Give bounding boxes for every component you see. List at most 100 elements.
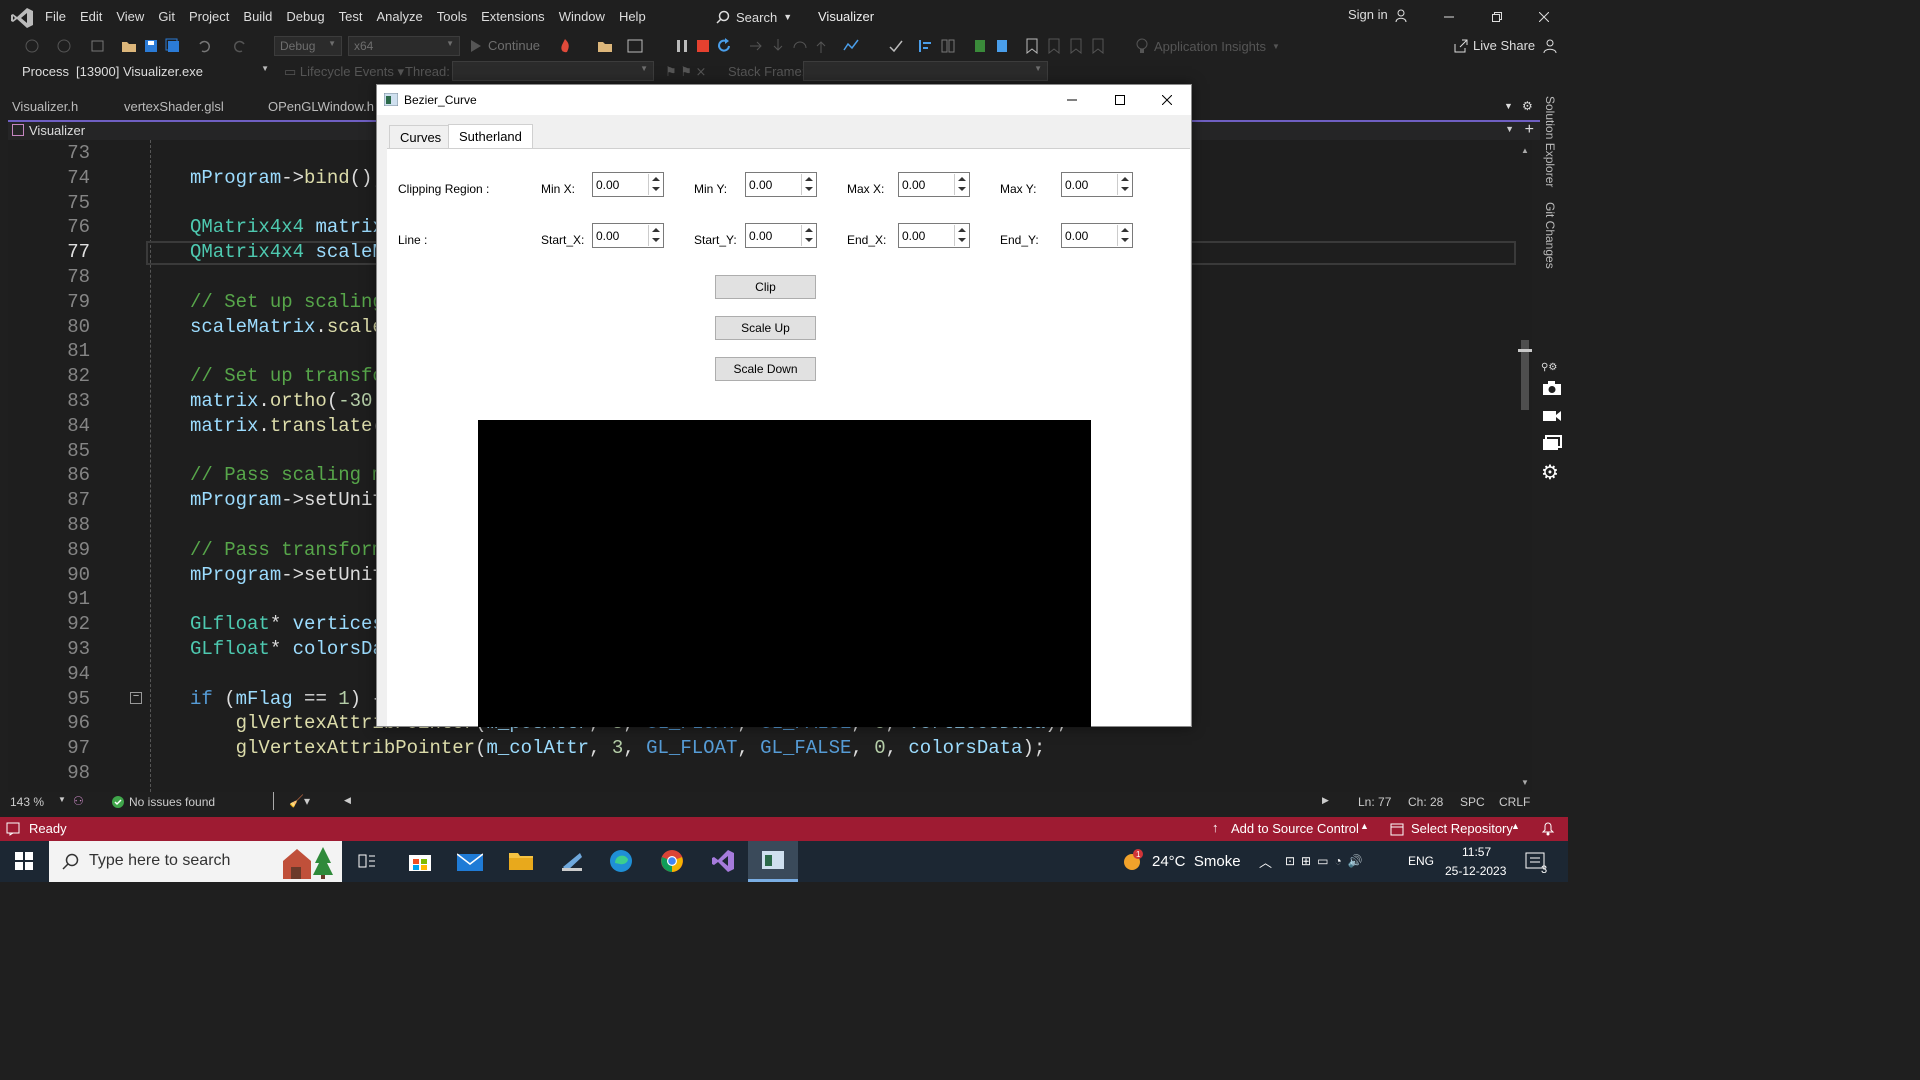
account-icon[interactable] xyxy=(1394,9,1408,23)
code-line[interactable]: // Set up transfo xyxy=(190,365,384,387)
add-to-source-control-button[interactable]: Add to Source Control xyxy=(1231,821,1359,836)
start-x-spinbox[interactable]: 0.00 xyxy=(592,223,664,248)
line-endings[interactable]: CRLF xyxy=(1499,795,1530,809)
chevron-up-icon[interactable]: ︿ xyxy=(1259,852,1272,871)
solution-configuration-select[interactable]: Debug ▼ xyxy=(274,36,342,56)
continue-button[interactable]: Continue xyxy=(470,38,540,53)
tab-openglwindow-h[interactable]: OPenGLWindow.h xyxy=(268,96,374,118)
indent-mode[interactable]: SPC xyxy=(1460,795,1485,809)
qt-app-taskbar-button[interactable] xyxy=(748,841,798,882)
menu-edit[interactable]: Edit xyxy=(73,0,109,34)
thread-flag-icons[interactable]: ⚑ ⚑ ⨯ xyxy=(665,64,706,80)
lifecycle-events-button[interactable]: ▭ Lifecycle Events ▾ xyxy=(284,64,404,80)
feedback-icon[interactable] xyxy=(1543,38,1557,54)
chevron-down-icon[interactable]: ▼ xyxy=(58,795,66,804)
bookmark-icon[interactable] xyxy=(1024,38,1040,54)
code-line[interactable]: QMatrix4x4 matrix xyxy=(190,216,384,238)
code-line[interactable]: glVertexAttribPointer(m_colAttr, 3, GL_F… xyxy=(190,737,1046,759)
start-y-spinbox[interactable]: 0.00 xyxy=(745,223,817,248)
menu-analyze[interactable]: Analyze xyxy=(369,0,429,34)
column-number[interactable]: Ch: 28 xyxy=(1408,795,1443,809)
scroll-left-icon[interactable]: ◀ xyxy=(344,795,351,806)
save-icon[interactable] xyxy=(143,38,159,54)
app-icon[interactable] xyxy=(560,849,584,873)
pin-icon[interactable]: ⚲⚙ xyxy=(1541,362,1557,373)
scroll-up-icon[interactable]: ▲ xyxy=(1521,146,1529,155)
code-line[interactable]: GLfloat* colorsDa xyxy=(190,638,384,660)
spin-arrows[interactable] xyxy=(648,225,662,246)
spin-arrows[interactable] xyxy=(954,225,968,246)
process-select[interactable]: [13900] Visualizer.exe ▼ xyxy=(70,61,275,81)
code-line[interactable]: QMatrix4x4 scaleM xyxy=(190,241,384,263)
spell-check-icon[interactable] xyxy=(888,38,904,54)
redo-icon[interactable] xyxy=(232,38,248,54)
scale-up-button[interactable]: Scale Up xyxy=(715,316,816,340)
tab-curves[interactable]: Curves xyxy=(389,125,453,149)
code-line[interactable]: GLfloat* vertices xyxy=(190,613,384,635)
spin-arrows[interactable] xyxy=(648,174,662,195)
restart-icon[interactable] xyxy=(716,38,732,54)
tab-vertexshader-glsl[interactable]: vertexShader.glsl xyxy=(124,96,224,118)
zoom-level[interactable]: 143 % xyxy=(10,795,44,809)
code-line[interactable]: // Pass transform xyxy=(190,539,384,561)
close-button[interactable] xyxy=(1144,85,1190,115)
forward-icon[interactable] xyxy=(56,38,72,54)
comment-icon[interactable] xyxy=(971,38,987,54)
gear-icon[interactable]: ⚙ xyxy=(1541,460,1559,485)
menu-extensions[interactable]: Extensions xyxy=(474,0,552,34)
edge-browser-icon[interactable] xyxy=(609,849,633,873)
opengl-canvas[interactable] xyxy=(478,420,1091,727)
code-line[interactable]: // Pass scaling m xyxy=(190,464,384,486)
windows-start-icon[interactable] xyxy=(15,852,33,870)
step-into-icon[interactable] xyxy=(770,38,786,54)
menu-debug[interactable]: Debug xyxy=(279,0,331,34)
chrome-browser-icon[interactable] xyxy=(660,849,684,873)
spin-arrows[interactable] xyxy=(801,174,815,195)
end-y-spinbox[interactable]: 0.00 xyxy=(1061,223,1133,248)
git-changes-tab[interactable]: Git Changes xyxy=(1543,202,1557,269)
split-editor-icon[interactable]: + xyxy=(1525,121,1534,139)
menu-view[interactable]: View xyxy=(109,0,151,34)
align-icon[interactable] xyxy=(918,38,934,54)
code-line[interactable]: mProgram->bind(); xyxy=(190,167,384,189)
notification-bell-icon[interactable] xyxy=(1541,821,1555,836)
solution-explorer-tab[interactable]: Solution Explorer xyxy=(1543,96,1557,187)
max-y-spinbox[interactable]: 0.00 xyxy=(1061,172,1133,197)
live-share-button[interactable]: Live Share xyxy=(1454,38,1535,53)
vertical-scrollbar[interactable]: ▲ ▼ xyxy=(1518,140,1532,792)
min-x-spinbox[interactable]: 0.00 xyxy=(592,172,664,197)
columns-icon[interactable] xyxy=(940,38,956,54)
issues-status[interactable]: No issues found xyxy=(129,795,215,809)
scroll-down-icon[interactable]: ▼ xyxy=(1521,778,1529,787)
code-line[interactable]: if (mFlag == 1) { xyxy=(190,688,384,710)
menu-git[interactable]: Git xyxy=(151,0,182,34)
mail-icon[interactable] xyxy=(457,852,483,872)
code-line[interactable]: matrix.translate( xyxy=(190,415,384,437)
select-repository-button[interactable]: Select Repository xyxy=(1411,821,1513,836)
code-line[interactable]: mProgram->setUnif xyxy=(190,564,384,586)
code-line[interactable]: // Set up scaling xyxy=(190,291,384,313)
spin-arrows[interactable] xyxy=(1117,174,1131,195)
spin-arrows[interactable] xyxy=(954,174,968,195)
chevron-down-icon[interactable]: ▼ xyxy=(1505,124,1514,134)
new-item-icon[interactable] xyxy=(90,38,106,54)
browse-folder-icon[interactable] xyxy=(597,38,613,54)
maximize-button[interactable] xyxy=(1097,85,1143,115)
layout-icon[interactable] xyxy=(627,38,643,54)
tab-visualizer-h[interactable]: Visualizer.h xyxy=(12,96,78,118)
step-out-icon[interactable] xyxy=(813,38,829,54)
visual-studio-taskbar-icon[interactable] xyxy=(711,849,735,873)
show-next-statement-icon[interactable] xyxy=(748,38,764,54)
thread-select[interactable]: ▼ xyxy=(452,61,654,81)
solution-platform-select[interactable]: x64 ▼ xyxy=(348,36,460,56)
project-scope[interactable]: Visualizer xyxy=(29,123,85,138)
tray-icons[interactable]: ⊡⊞▭◔🔊 xyxy=(1285,854,1369,868)
language-indicator[interactable]: ENG xyxy=(1408,854,1434,868)
scale-down-button[interactable]: Scale Down xyxy=(715,357,816,381)
camera-icon[interactable] xyxy=(1542,380,1562,396)
menu-tools[interactable]: Tools xyxy=(430,0,474,34)
task-view-icon[interactable] xyxy=(357,851,377,871)
scroll-right-icon[interactable]: ▶ xyxy=(1322,795,1329,806)
tab-sutherland[interactable]: Sutherland xyxy=(448,124,533,149)
spin-arrows[interactable] xyxy=(1117,225,1131,246)
